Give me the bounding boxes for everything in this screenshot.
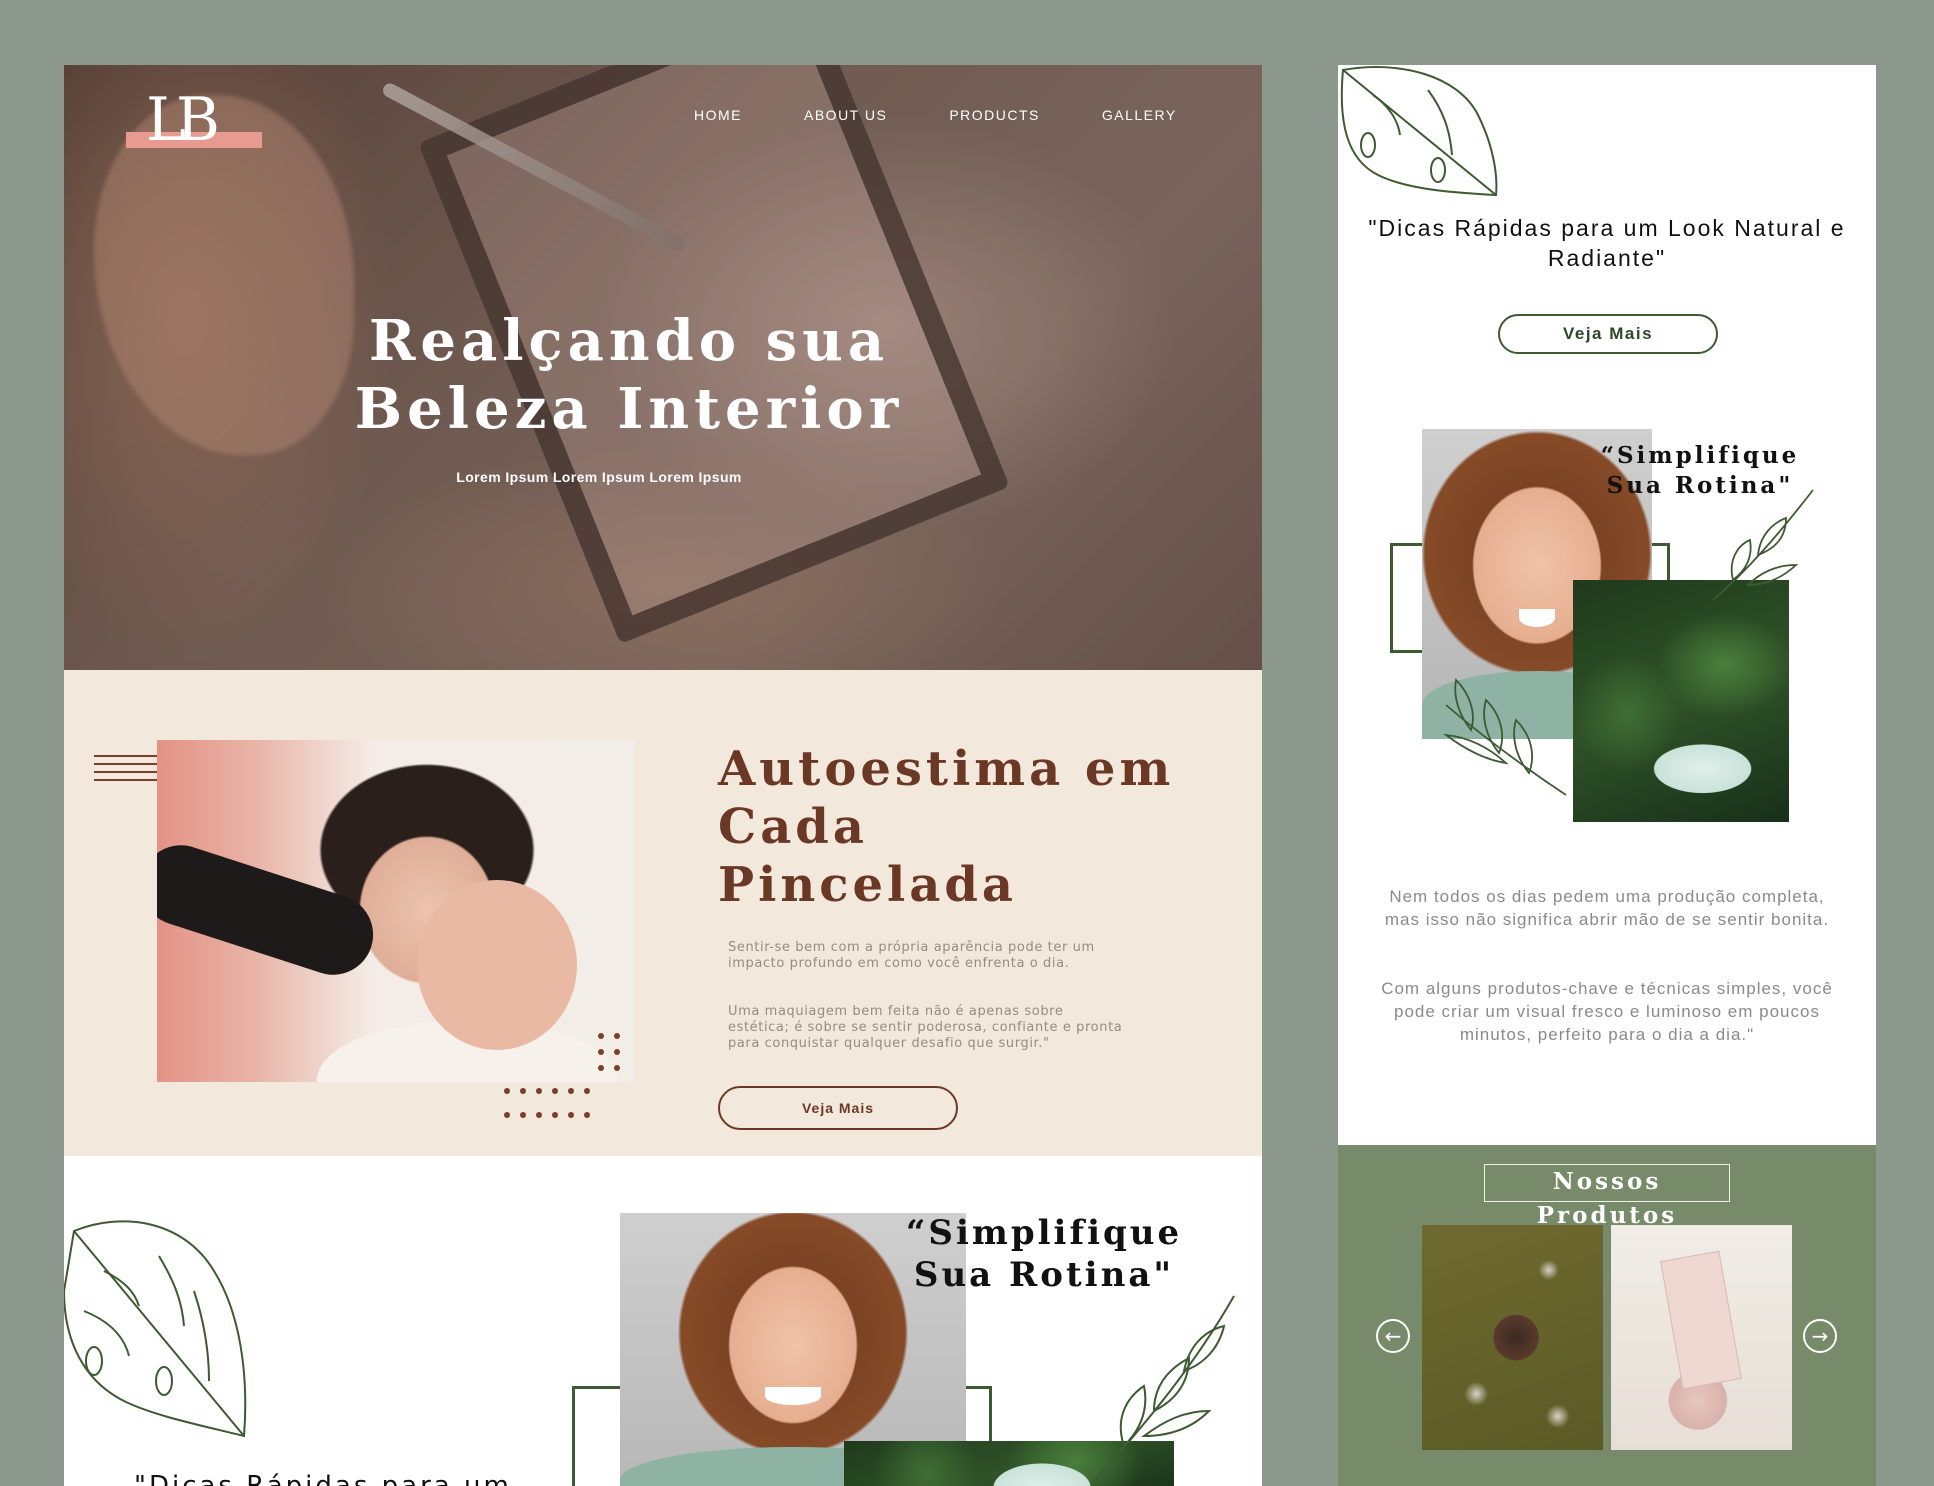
monstera-leaf-icon [64, 1220, 247, 1438]
leaf-product-photo [1573, 580, 1789, 822]
tips-body-1: Nem todos os dias pedem uma produção com… [1384, 887, 1830, 929]
decorative-dot [504, 1112, 510, 1118]
tips-section: "Dicas Rápidas para um “Simplifique Sua … [64, 1156, 1262, 1486]
carousel-next-button[interactable]: → [1803, 1319, 1837, 1353]
hero-section: LB HOME ABOUT US PRODUCTS GALLERY Realça… [64, 65, 1262, 670]
decorative-dot [536, 1112, 542, 1118]
landing-page-desktop: LB HOME ABOUT US PRODUCTS GALLERY Realça… [64, 65, 1262, 1486]
monstera-leaf-icon [1340, 66, 1498, 197]
nav-gallery[interactable]: GALLERY [1102, 107, 1177, 123]
decorative-dot [598, 1049, 604, 1055]
decorative-dot [568, 1088, 574, 1094]
simplifique-quote: “Simplifique Sua Rotina" [905, 1213, 1183, 1295]
nav-products[interactable]: PRODUCTS [949, 107, 1040, 123]
fern-leaf-icon [1093, 1295, 1235, 1482]
arrow-right-icon: → [1811, 1324, 1829, 1348]
main-nav: HOME ABOUT US PRODUCTS GALLERY [694, 107, 1239, 123]
tips-title: "Dicas Rápidas para um [134, 1471, 512, 1486]
nav-about-us[interactable]: ABOUT US [804, 107, 887, 123]
tips-veja-mais-button[interactable]: Veja Mais [1498, 314, 1718, 354]
brand-logo[interactable]: LB [126, 85, 266, 155]
decorative-dots [504, 1033, 668, 1133]
tips-title: "Dicas Rápidas para um Look Natural e Ra… [1368, 215, 1846, 271]
logo-letters: LB [146, 85, 220, 155]
decorative-dot [552, 1112, 558, 1118]
decorative-dot [568, 1112, 574, 1118]
decorative-dot [614, 1065, 620, 1071]
makeup-photo [157, 740, 635, 1082]
decorative-dot [520, 1112, 526, 1118]
fern-leaf-icon [1712, 489, 1814, 601]
arrow-left-icon: ← [1384, 1324, 1402, 1348]
decorative-dot [520, 1088, 526, 1094]
decorative-dot [552, 1088, 558, 1094]
decorative-dot [614, 1049, 620, 1055]
products-title: Nossos Produtos [1484, 1164, 1730, 1229]
decorative-dot [598, 1065, 604, 1071]
about-veja-mais-button[interactable]: Veja Mais [718, 1086, 958, 1130]
products-section: Nossos Produtos ← → [1338, 1145, 1876, 1486]
decorative-dot [536, 1088, 542, 1094]
about-paragraph-2: Uma maquiagem bem feita não é apenas sob… [728, 1004, 1123, 1051]
hero-title: Realçando sua Beleza Interior [354, 308, 904, 442]
landing-page-mobile: "Dicas Rápidas para um Look Natural e Ra… [1338, 65, 1876, 1486]
decorative-dot [584, 1088, 590, 1094]
decorative-dot [504, 1088, 510, 1094]
fern-leaf-icon [1442, 678, 1567, 796]
hero-subtitle: Lorem Ipsum Lorem Ipsum Lorem Ipsum [456, 469, 742, 485]
product-card-jar[interactable] [1422, 1225, 1603, 1450]
product-card-box[interactable] [1611, 1225, 1792, 1450]
decorative-dot [614, 1033, 620, 1039]
about-section: Autoestima em Cada Pincelada Sentir-se b… [64, 670, 1262, 1156]
tips-body-2: Com alguns produtos-chave e técnicas sim… [1381, 979, 1833, 1044]
carousel-prev-button[interactable]: ← [1376, 1319, 1410, 1353]
decorative-dot [584, 1112, 590, 1118]
simplifique-quote: “Simplifique Sua Rotina" [1600, 442, 1800, 499]
about-paragraph-1: Sentir-se bem com a própria aparência po… [728, 940, 1095, 971]
about-title: Autoestima em Cada Pincelada [718, 741, 1175, 913]
nav-home[interactable]: HOME [694, 107, 742, 123]
decorative-dot [598, 1033, 604, 1039]
